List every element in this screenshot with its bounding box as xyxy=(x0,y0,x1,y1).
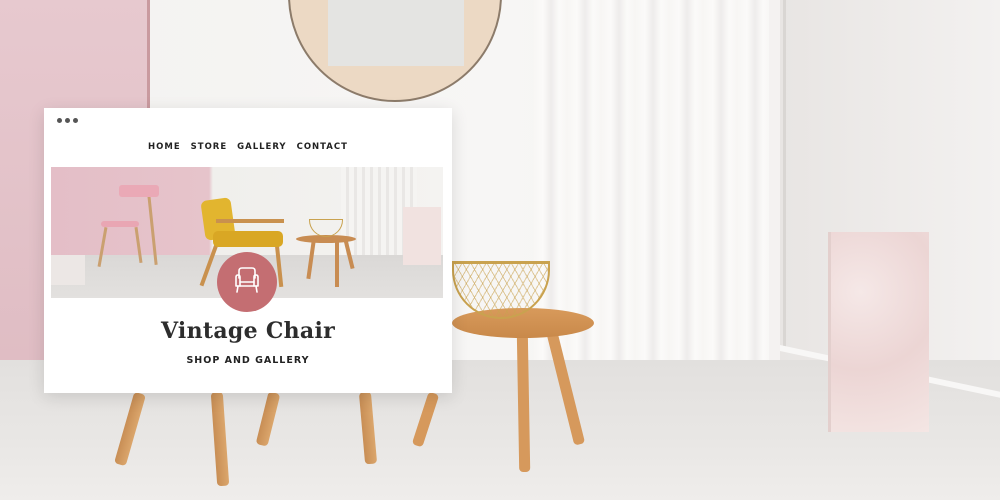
window-dot xyxy=(73,118,78,123)
logo-badge xyxy=(217,252,277,312)
yellow-chair-arm xyxy=(216,219,284,223)
site-subtitle: SHOP AND GALLERY xyxy=(186,355,310,366)
window-dots-icon xyxy=(57,118,78,123)
nav-home-link[interactable]: HOME xyxy=(148,142,181,152)
wall-corner xyxy=(783,0,786,350)
pink-chair-back xyxy=(119,185,159,197)
hero-marble-block xyxy=(403,207,441,265)
white-curtain xyxy=(533,0,769,362)
yellow-chair-seat xyxy=(213,231,283,247)
nav-contact-link[interactable]: CONTACT xyxy=(297,142,348,152)
nav-gallery-link[interactable]: GALLERY xyxy=(237,142,286,152)
site-title: Vintage Chair xyxy=(160,318,336,344)
pink-chair-seat xyxy=(101,221,139,227)
website-preview-window: HOME STORE GALLERY CONTACT Vintage Chair… xyxy=(44,108,452,393)
window-dot xyxy=(57,118,62,123)
marble-pedestal xyxy=(828,232,929,432)
hero-table-leg xyxy=(335,241,339,287)
nav-store-link[interactable]: STORE xyxy=(191,142,228,152)
hero-white-cube xyxy=(51,255,85,285)
window-dot xyxy=(65,118,70,123)
mirror-reflection xyxy=(328,0,464,66)
armchair-icon xyxy=(230,263,264,302)
site-navigation: HOME STORE GALLERY CONTACT xyxy=(44,142,452,152)
